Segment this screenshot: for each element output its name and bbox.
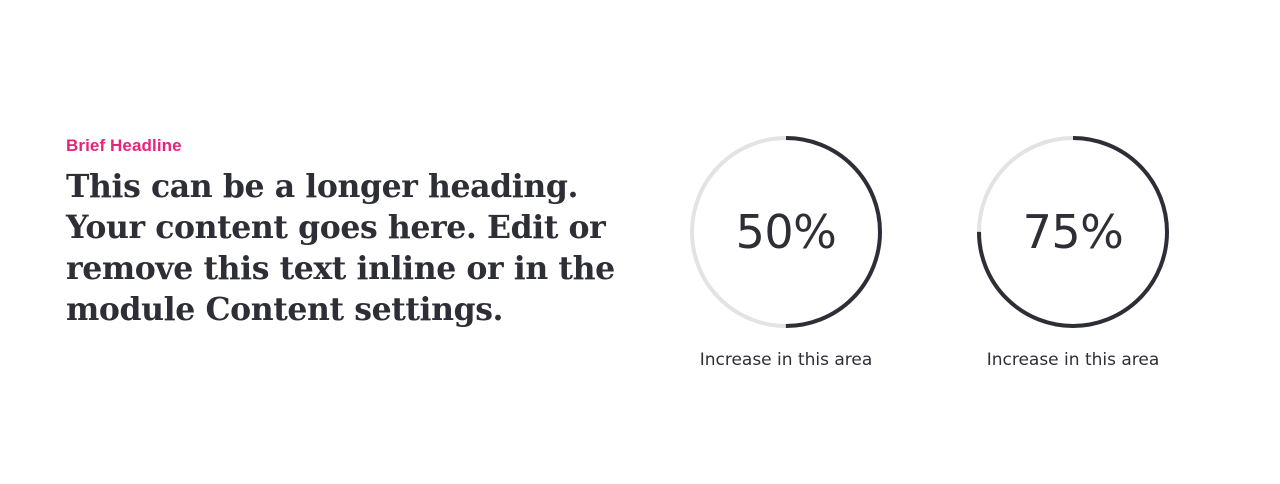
intro-block: Brief Headline This can be a longer head…: [66, 134, 646, 330]
progress-ring: 75%: [976, 135, 1170, 329]
stats-section: Brief Headline This can be a longer head…: [0, 0, 1280, 484]
stat-card: 50% Increase in this area: [666, 135, 906, 371]
stat-card: 75% Increase in this area: [953, 135, 1193, 371]
stat-value: 50%: [735, 205, 837, 259]
stat-caption: Increase in this area: [699, 350, 873, 370]
progress-ring: 50%: [689, 135, 883, 329]
stat-caption: Increase in this area: [986, 350, 1160, 370]
section-heading: This can be a longer heading. Your conte…: [66, 168, 615, 328]
stat-value: 75%: [1022, 205, 1124, 259]
eyebrow-headline: Brief Headline: [66, 136, 182, 155]
